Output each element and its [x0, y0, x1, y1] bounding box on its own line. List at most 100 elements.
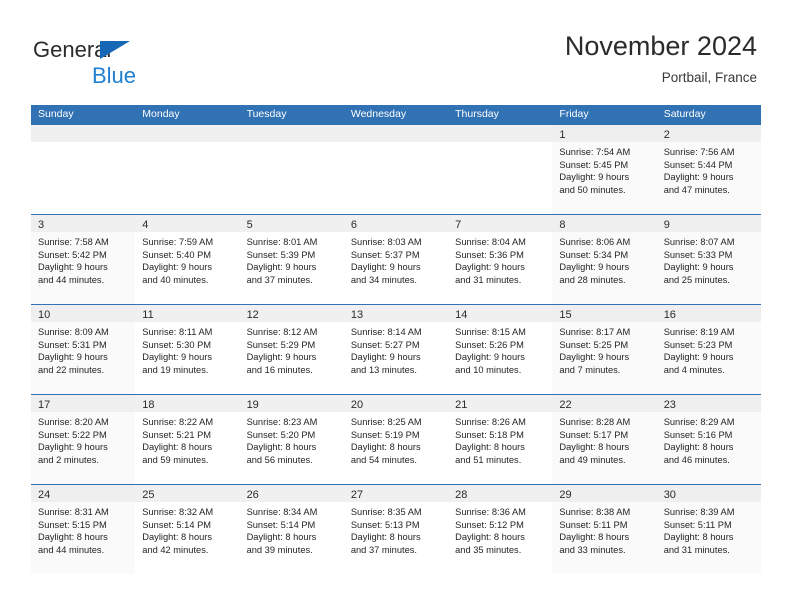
day-cell[interactable]: 19 Sunrise: 8:23 AM Sunset: 5:20 PM Dayl…: [239, 395, 344, 484]
daylight-line-1: Daylight: 9 hours: [142, 352, 213, 363]
sunset-line: Sunset: 5:18 PM: [455, 429, 524, 440]
sunset-line: Sunset: 5:44 PM: [663, 159, 733, 170]
day-number: 23: [663, 399, 676, 411]
day-cell[interactable]: 12 Sunrise: 8:12 AM Sunset: 5:29 PM Dayl…: [239, 305, 344, 394]
sunset-line: Sunset: 5:42 PM: [38, 249, 107, 260]
daylight-line-2: and 28 minutes.: [559, 274, 626, 285]
sunset-line: Sunset: 5:45 PM: [559, 159, 629, 170]
sunset-line: Sunset: 5:30 PM: [142, 339, 212, 350]
day-number: 30: [663, 489, 676, 501]
day-cell[interactable]: 27 Sunrise: 8:35 AM Sunset: 5:13 PM Dayl…: [343, 485, 449, 574]
sunset-line: Sunset: 5:31 PM: [38, 339, 107, 350]
daylight-line-2: and 54 minutes.: [350, 454, 417, 465]
day-cell[interactable]: 6 Sunrise: 8:03 AM Sunset: 5:37 PM Dayli…: [343, 215, 449, 304]
day-cell[interactable]: 24 Sunrise: 8:31 AM Sunset: 5:15 PM Dayl…: [31, 485, 136, 574]
day-details: Sunrise: 8:38 AM Sunset: 5:11 PM Dayligh…: [552, 502, 657, 557]
day-number-band: 11: [135, 305, 240, 322]
daylight-line-1: Daylight: 9 hours: [350, 352, 421, 363]
day-details: [31, 142, 135, 146]
sunrise-line: Sunrise: 8:11 AM: [142, 327, 213, 337]
day-cell[interactable]: 15 Sunrise: 8:17 AM Sunset: 5:25 PM Dayl…: [552, 305, 657, 394]
daylight-line-1: Daylight: 9 hours: [559, 172, 630, 183]
day-number-band: 3: [31, 215, 136, 232]
day-number: 17: [38, 399, 51, 411]
sunrise-line: Sunrise: 8:06 AM: [559, 237, 631, 247]
day-number: 27: [350, 489, 364, 501]
day-cell[interactable]: 1 Sunrise: 7:54 AM Sunset: 5:45 PM Dayli…: [552, 125, 657, 214]
day-number-band: [343, 125, 449, 142]
daylight-line-2: and 51 minutes.: [455, 454, 522, 465]
day-cell[interactable]: 17 Sunrise: 8:20 AM Sunset: 5:22 PM Dayl…: [31, 395, 136, 484]
day-cell[interactable]: 30 Sunrise: 8:39 AM Sunset: 5:11 PM Dayl…: [656, 485, 761, 574]
general-blue-logo[interactable]: General Blue: [33, 38, 213, 89]
day-details: Sunrise: 8:26 AM Sunset: 5:18 PM Dayligh…: [448, 412, 552, 466]
day-number-band: 8: [552, 215, 657, 232]
day-number: 7: [455, 219, 462, 231]
day-cell[interactable]: 22 Sunrise: 8:28 AM Sunset: 5:17 PM Dayl…: [552, 395, 657, 484]
week-row: 1 Sunrise: 7:54 AM Sunset: 5:45 PM Dayli…: [31, 124, 761, 214]
day-number-band: 14: [448, 305, 553, 322]
day-cell[interactable]: 10 Sunrise: 8:09 AM Sunset: 5:31 PM Dayl…: [31, 305, 136, 394]
page-title: November 2024: [564, 31, 757, 61]
day-cell[interactable]: 11 Sunrise: 8:11 AM Sunset: 5:30 PM Dayl…: [135, 305, 240, 394]
daylight-line-1: Daylight: 9 hours: [663, 262, 734, 273]
sunrise-line: Sunrise: 8:17 AM: [559, 327, 631, 337]
daylight-line-2: and 31 minutes.: [455, 274, 522, 285]
day-cell[interactable]: 28 Sunrise: 8:36 AM Sunset: 5:12 PM Dayl…: [448, 485, 553, 574]
sunset-line: Sunset: 5:14 PM: [246, 519, 316, 530]
day-number: 11: [142, 309, 154, 321]
day-cell[interactable]: 23 Sunrise: 8:29 AM Sunset: 5:16 PM Dayl…: [656, 395, 761, 484]
daylight-line-2: and 10 minutes.: [455, 364, 522, 375]
sunrise-line: Sunrise: 8:32 AM: [142, 507, 214, 517]
daylight-line-1: Daylight: 9 hours: [559, 352, 630, 363]
day-cell: [343, 125, 449, 214]
daylight-line-1: Daylight: 9 hours: [246, 352, 317, 363]
day-cell[interactable]: 18 Sunrise: 8:22 AM Sunset: 5:21 PM Dayl…: [135, 395, 240, 484]
daylight-line-1: Daylight: 8 hours: [142, 442, 213, 453]
day-cell[interactable]: 2 Sunrise: 7:56 AM Sunset: 5:44 PM Dayli…: [656, 125, 761, 214]
day-cell[interactable]: 14 Sunrise: 8:15 AM Sunset: 5:26 PM Dayl…: [448, 305, 553, 394]
day-cell[interactable]: 3 Sunrise: 7:58 AM Sunset: 5:42 PM Dayli…: [31, 215, 136, 304]
sunset-line: Sunset: 5:36 PM: [455, 249, 524, 260]
daylight-line-1: Daylight: 9 hours: [38, 352, 108, 363]
day-cell[interactable]: 16 Sunrise: 8:19 AM Sunset: 5:23 PM Dayl…: [656, 305, 761, 394]
daylight-line-1: Daylight: 9 hours: [38, 442, 108, 453]
day-number-band: 12: [239, 305, 344, 322]
logo-text-blue: Blue: [92, 63, 137, 88]
day-number-band: 18: [135, 395, 240, 412]
sunset-line: Sunset: 5:34 PM: [559, 249, 629, 260]
day-cell[interactable]: 4 Sunrise: 7:59 AM Sunset: 5:40 PM Dayli…: [135, 215, 240, 304]
day-number: 24: [38, 489, 51, 501]
day-number: 3: [38, 219, 45, 231]
day-cell[interactable]: 29 Sunrise: 8:38 AM Sunset: 5:11 PM Dayl…: [552, 485, 657, 574]
day-details: Sunrise: 8:06 AM Sunset: 5:34 PM Dayligh…: [552, 232, 657, 287]
day-cell[interactable]: 7 Sunrise: 8:04 AM Sunset: 5:36 PM Dayli…: [448, 215, 553, 304]
day-number-band: 7: [448, 215, 553, 232]
day-cell: [448, 125, 553, 214]
sunrise-line: Sunrise: 8:36 AM: [455, 507, 526, 517]
sunrise-line: Sunrise: 8:07 AM: [663, 237, 735, 247]
day-details: Sunrise: 8:19 AM Sunset: 5:23 PM Dayligh…: [656, 322, 761, 377]
day-cell[interactable]: 13 Sunrise: 8:14 AM Sunset: 5:27 PM Dayl…: [343, 305, 449, 394]
day-details: Sunrise: 8:39 AM Sunset: 5:11 PM Dayligh…: [656, 502, 761, 557]
sunset-line: Sunset: 5:25 PM: [559, 339, 629, 350]
daylight-line-2: and 25 minutes.: [663, 274, 730, 285]
logo-line-blue: Blue: [33, 63, 213, 88]
daylight-line-2: and 13 minutes.: [350, 364, 417, 375]
sunset-line: Sunset: 5:15 PM: [38, 519, 107, 530]
daylight-line-2: and 31 minutes.: [663, 544, 730, 555]
day-cell[interactable]: 5 Sunrise: 8:01 AM Sunset: 5:39 PM Dayli…: [239, 215, 344, 304]
day-number-band: 5: [239, 215, 344, 232]
day-cell[interactable]: 25 Sunrise: 8:32 AM Sunset: 5:14 PM Dayl…: [135, 485, 240, 574]
day-cell[interactable]: 26 Sunrise: 8:34 AM Sunset: 5:14 PM Dayl…: [239, 485, 344, 574]
daylight-line-2: and 19 minutes.: [142, 364, 209, 375]
day-number: 4: [142, 219, 149, 231]
day-cell[interactable]: 20 Sunrise: 8:25 AM Sunset: 5:19 PM Dayl…: [343, 395, 449, 484]
day-cell[interactable]: 21 Sunrise: 8:26 AM Sunset: 5:18 PM Dayl…: [448, 395, 553, 484]
day-details: Sunrise: 8:34 AM Sunset: 5:14 PM Dayligh…: [240, 502, 344, 556]
day-cell[interactable]: 9 Sunrise: 8:07 AM Sunset: 5:33 PM Dayli…: [656, 215, 761, 304]
day-number-band: 23: [656, 395, 761, 412]
day-details: Sunrise: 8:17 AM Sunset: 5:25 PM Dayligh…: [552, 322, 657, 377]
page-header: General Blue November 2024 Portbail, Fra…: [0, 0, 792, 100]
day-cell[interactable]: 8 Sunrise: 8:06 AM Sunset: 5:34 PM Dayli…: [552, 215, 657, 304]
